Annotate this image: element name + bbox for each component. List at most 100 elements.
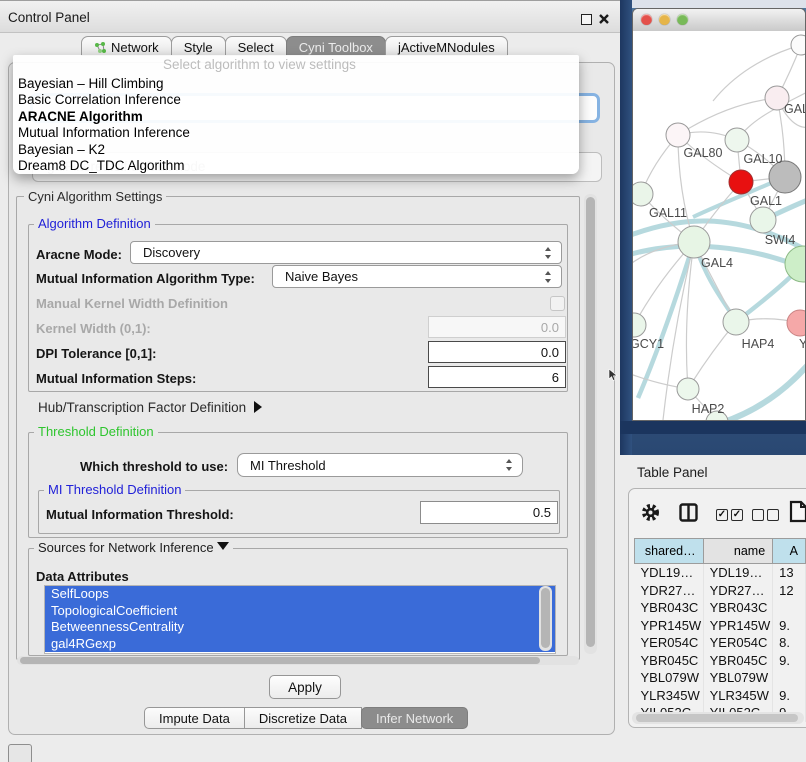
attribute-item-selected[interactable]: BetweennessCentrality xyxy=(45,619,555,636)
node-gal1[interactable] xyxy=(750,207,776,233)
table-row[interactable]: YPR145WYPR145W9. xyxy=(635,617,806,635)
select-all-columns-icon[interactable]: ✓✓ xyxy=(716,509,746,527)
settings-hscrollbar-thumb[interactable] xyxy=(20,657,540,664)
screenshot-root: Control Panel Network Style Select Cyni … xyxy=(0,0,806,762)
node-gcy1[interactable] xyxy=(633,313,646,337)
attribute-item-selected[interactable]: SelfLoops xyxy=(45,586,555,603)
node-hap2[interactable] xyxy=(677,378,699,400)
window-shadow-band xyxy=(620,421,806,434)
tab-select[interactable]: Select xyxy=(225,36,287,56)
node-label: GAL xyxy=(784,102,805,116)
expanded-arrow-icon xyxy=(217,542,229,550)
attribute-item-selected[interactable]: gal4RGexp xyxy=(45,636,555,653)
gear-icon[interactable] xyxy=(641,503,660,522)
desktop-top-band xyxy=(632,0,806,8)
table-row[interactable]: YDR27…YDR27…12 xyxy=(635,582,806,600)
deselect-all-columns-icon[interactable] xyxy=(752,509,782,527)
tab-cyni-toolbox[interactable]: Cyni Toolbox xyxy=(286,36,386,56)
mi-threshold-value: 0.5 xyxy=(533,505,551,520)
node-gal4[interactable] xyxy=(678,226,710,258)
which-threshold-combo[interactable]: MI Threshold xyxy=(237,453,523,477)
mi-type-value: Naive Bayes xyxy=(285,269,358,284)
mi-steps-value: 6 xyxy=(552,370,559,385)
tab-select-label: Select xyxy=(238,40,274,55)
sources-toggle[interactable]: Sources for Network Inference xyxy=(34,541,233,555)
minimize-traffic-light[interactable] xyxy=(659,14,670,25)
minimized-panel-icon[interactable] xyxy=(8,744,32,762)
attribute-item-selected[interactable]: TopologicalCoefficient xyxy=(45,603,555,620)
node-label: Y xyxy=(799,337,805,351)
document-icon[interactable] xyxy=(789,500,806,523)
dropdown-item-selected[interactable]: ARACNE Algorithm xyxy=(18,109,143,125)
column-header-partial[interactable]: A xyxy=(773,539,806,564)
node-red[interactable] xyxy=(729,170,753,194)
network-window-titlebar[interactable] xyxy=(633,9,805,32)
mi-steps-field[interactable]: 6 xyxy=(428,366,566,388)
table-hscrollbar-thumb[interactable] xyxy=(636,714,798,722)
dropdown-item[interactable]: Dream8 DC_TDC Algorithm xyxy=(18,158,185,174)
network-canvas[interactable]: GAL GAL80 GAL10 GAL1 GAL11 GAL4 SWI4 GCY… xyxy=(633,31,805,420)
dropdown-item[interactable]: Mutual Information Inference xyxy=(18,125,190,141)
data-attributes-list: SelfLoops TopologicalCoefficient Between… xyxy=(44,585,556,654)
column-header-shared[interactable]: shared… xyxy=(635,539,704,564)
mi-type-label: Mutual Information Algorithm Type: xyxy=(36,271,255,286)
hub-definition-toggle[interactable]: Hub/Transcription Factor Definition xyxy=(38,400,262,415)
attribute-list-scrollbar-thumb[interactable] xyxy=(541,588,550,648)
apply-button[interactable]: Apply xyxy=(269,675,341,699)
sources-title: Sources for Network Inference xyxy=(38,540,214,555)
column-header-name[interactable]: name xyxy=(703,539,773,564)
tab-style-label: Style xyxy=(184,40,213,55)
mi-threshold-label: Mutual Information Threshold: xyxy=(46,507,234,522)
close-traffic-light[interactable] xyxy=(641,14,652,25)
dpi-tolerance-label: DPI Tolerance [0,1]: xyxy=(36,346,156,361)
table-row[interactable]: YBL079WYBL079W xyxy=(635,669,806,687)
dpi-tolerance-field[interactable]: 0.0 xyxy=(428,341,566,363)
float-window-icon[interactable] xyxy=(581,14,592,25)
bottom-tab-bar: Impute Data Discretize Data Infer Networ… xyxy=(145,707,468,729)
network-view-window: GAL GAL80 GAL10 GAL1 GAL11 GAL4 SWI4 GCY… xyxy=(632,8,806,421)
node-label: GAL1 xyxy=(750,194,782,208)
tab-jactivemnodules[interactable]: jActiveMNodules xyxy=(385,36,508,56)
table-row[interactable]: YDL19…YDL19…13 xyxy=(635,564,806,582)
combo-stepper-icon xyxy=(506,459,513,471)
table-row[interactable]: YBR043CYBR043C xyxy=(635,599,806,617)
node-gal10[interactable] xyxy=(725,128,749,152)
node-salmon[interactable] xyxy=(787,310,805,336)
mi-threshold-field[interactable]: 0.5 xyxy=(420,501,558,524)
zoom-traffic-light[interactable] xyxy=(677,14,688,25)
close-icon[interactable] xyxy=(599,14,609,24)
tab-discretize-data[interactable]: Discretize Data xyxy=(244,707,362,729)
table-row[interactable]: YLR345WYLR345W9. xyxy=(635,687,806,705)
table-row[interactable]: YBR045CYBR045C9. xyxy=(635,652,806,670)
table-row[interactable]: YER054CYER054C8. xyxy=(635,634,806,652)
split-columns-icon[interactable] xyxy=(679,503,698,522)
node-label: GAL10 xyxy=(744,152,783,166)
algorithm-dropdown-popup: Select algorithm to view settings Bayesi… xyxy=(13,55,579,174)
kernel-width-label: Kernel Width (0,1): xyxy=(36,321,151,336)
mi-type-combo[interactable]: Naive Bayes xyxy=(272,265,562,288)
node[interactable] xyxy=(791,35,805,55)
node-hap4[interactable] xyxy=(723,309,749,335)
mi-threshold-group-title: MI Threshold Definition xyxy=(44,483,185,497)
data-attributes-label: Data Attributes xyxy=(36,569,129,584)
tab-style[interactable]: Style xyxy=(171,36,226,56)
node-label: GAL11 xyxy=(649,206,687,220)
tab-cyni-toolbox-label: Cyni Toolbox xyxy=(299,40,373,55)
dropdown-item[interactable]: Bayesian – K2 xyxy=(18,142,105,158)
node-gal80[interactable] xyxy=(666,123,690,147)
tab-infer-network[interactable]: Infer Network xyxy=(361,707,468,729)
dropdown-item[interactable]: Bayesian – Hill Climbing xyxy=(18,76,164,92)
tab-network[interactable]: Network xyxy=(81,36,172,56)
hub-definition-label: Hub/Transcription Factor Definition xyxy=(38,400,246,415)
settings-vscrollbar-thumb[interactable] xyxy=(586,197,595,647)
aracne-mode-combo[interactable]: Discovery xyxy=(130,241,562,264)
mi-steps-label: Mutual Information Steps: xyxy=(36,371,196,386)
node-gal11[interactable] xyxy=(633,182,653,206)
combo-stepper-icon xyxy=(545,247,552,259)
dropdown-item[interactable]: Basic Correlation Inference xyxy=(18,92,181,108)
mouse-cursor xyxy=(608,369,618,382)
manual-kernel-checkbox[interactable] xyxy=(550,296,565,311)
kernel-width-field[interactable]: 0.0 xyxy=(428,316,566,338)
desktop-left-strip xyxy=(620,0,632,455)
tab-impute-data[interactable]: Impute Data xyxy=(144,707,245,729)
